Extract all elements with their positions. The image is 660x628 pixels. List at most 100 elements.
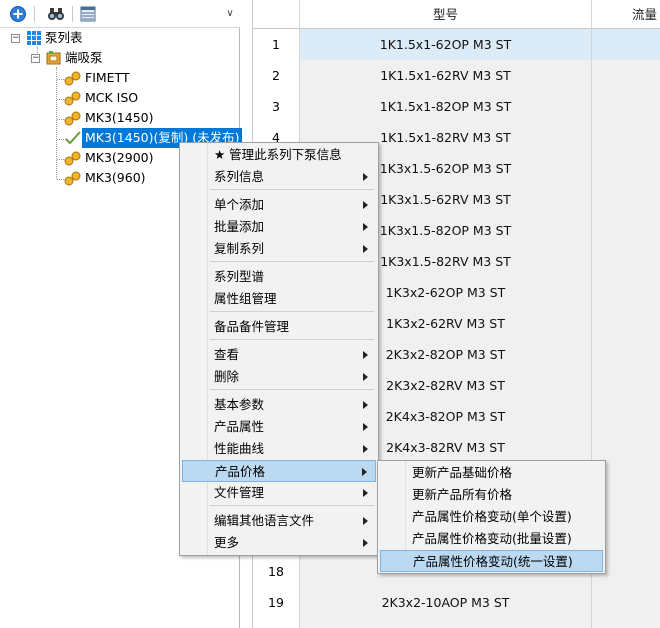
checkmark-icon [65,131,81,145]
submenu-arrow-icon [363,445,368,453]
cell-flow[interactable] [592,308,660,339]
menu-item[interactable]: 复制系列 [182,238,376,260]
submenu-arrow-icon [363,539,368,547]
menu-item-label: 系列型谱 [214,269,265,284]
tree-group[interactable]: 端吸泵 [46,48,106,68]
menu-item[interactable]: ★ 管理此系列下泵信息 [182,144,376,166]
tree-item[interactable]: MK3(1450) [64,108,157,128]
cell-model[interactable]: 2K3x2-10AR... M3 ST [300,618,592,628]
table-row[interactable]: 3 1K1.5x1-82OP M3 ST [253,91,660,122]
menu-item-label: 更多 [214,535,240,550]
menu-separator [210,311,374,312]
cell-flow[interactable] [592,60,660,91]
cell-flow[interactable] [592,432,660,463]
menu-item[interactable]: 文件管理 [182,482,376,504]
cell-flow[interactable] [592,184,660,215]
tree-item-label: MCK ISO [85,90,139,105]
menu-item[interactable]: 产品属性 [182,416,376,438]
menu-separator [210,505,374,506]
add-icon[interactable] [8,4,28,24]
cell-flow[interactable] [592,122,660,153]
cell-model[interactable]: 2K3x2-10AOP M3 ST [300,587,592,618]
cell-flow[interactable] [592,618,660,628]
submenu-item[interactable]: 产品属性价格变动(统一设置) [380,550,603,572]
menu-item[interactable]: 单个添加 [182,194,376,216]
cell-model[interactable]: 1K1.5x1-82OP M3 ST [300,91,592,122]
submenu-arrow-icon [363,173,368,181]
menu-item[interactable]: 属性组管理 [182,288,376,310]
menu-item[interactable]: 系列型谱 [182,266,376,288]
menu-item-label: 删除 [214,369,240,384]
cell-model[interactable]: 1K1.5x1-62RV M3 ST [300,60,592,91]
cell-flow[interactable] [592,153,660,184]
cell-flow[interactable] [592,29,660,60]
submenu-arrow-icon [362,468,367,476]
menu-item[interactable]: 产品价格 [182,460,376,482]
tree-connector [56,67,57,179]
submenu-arrow-icon [363,351,368,359]
tree-item[interactable]: MCK ISO [64,88,141,108]
context-menu: ★ 管理此系列下泵信息 系列信息单个添加 批量添加 复制系列系列型谱属性组管理备品备件… [179,142,379,556]
tree-item[interactable]: FIMETT [64,68,133,88]
menu-item[interactable]: 查看 [182,344,376,366]
table-row[interactable]: 1 1K1.5x1-62OP M3 ST [253,29,660,60]
menu-item-label: 文件管理 [214,485,265,500]
collapse-root-icon[interactable]: − [11,34,20,43]
submenu-item[interactable]: 产品属性价格变动(批量设置) [380,528,603,550]
tree-root[interactable]: 泵列表 [26,28,86,48]
column-header-model[interactable]: 型号 [300,0,592,29]
submenu-item[interactable]: 产品属性价格变动(单个设置) [380,506,603,528]
menu-item[interactable]: 系列信息 [182,166,376,188]
cell-flow[interactable] [592,215,660,246]
tree-item[interactable]: MK3(960) [64,168,149,188]
tree-group-label: 端吸泵 [65,50,103,65]
submenu-arrow-icon [363,373,368,381]
menu-item[interactable]: 编辑其他语言文件 [182,510,376,532]
menu-item-label: 查看 [214,347,240,362]
toolbar-separator [34,6,35,22]
row-number: 19 [253,587,300,618]
submenu-item[interactable]: 更新产品所有价格 [380,484,603,506]
menu-separator [210,261,374,262]
collapse-group-icon[interactable]: − [31,54,40,63]
menu-separator [210,389,374,390]
row-header-corner [253,0,300,29]
menu-item-label: 备品备件管理 [214,319,290,334]
column-header-flow[interactable]: 流量( [592,0,660,51]
binoculars-icon[interactable] [46,4,66,24]
row-number: 3 [253,91,300,122]
grid-view-icon[interactable] [78,4,98,24]
dropdown-caret-icon[interactable]: ∨ [224,7,236,21]
cell-flow[interactable] [592,401,660,432]
toolbar-separator [72,6,73,22]
menu-item-label: 编辑其他语言文件 [214,513,315,528]
cell-flow[interactable] [592,370,660,401]
cell-model[interactable]: 1K1.5x1-62OP M3 ST [300,29,592,60]
submenu-item[interactable]: 更新产品基础价格 [380,462,603,484]
row-number: 2 [253,60,300,91]
menu-item[interactable]: 删除 [182,366,376,388]
cell-flow[interactable] [592,587,660,618]
menu-item[interactable]: 性能曲线 [182,438,376,460]
row-number: 18 [253,556,300,587]
table-row[interactable]: 2 1K1.5x1-62RV M3 ST [253,60,660,91]
tree-item[interactable]: MK3(2900) [64,148,157,168]
tree-item-label: FIMETT [85,70,130,85]
submenu-arrow-icon [363,423,368,431]
submenu-arrow-icon [363,401,368,409]
menu-item-label: 产品属性 [214,419,265,434]
menu-separator [210,339,374,340]
submenu-arrow-icon [363,489,368,497]
menu-item[interactable]: 基本参数 [182,394,376,416]
menu-item[interactable]: 批量添加 [182,216,376,238]
cell-flow[interactable] [592,339,660,370]
cell-flow[interactable] [592,91,660,122]
tree-item-label: MK3(1450) [85,110,154,125]
menu-item[interactable]: 更多 [182,532,376,554]
cell-flow[interactable] [592,277,660,308]
table-row[interactable]: 19 2K3x2-10AOP M3 ST [253,587,660,618]
row-number: 20 [253,618,300,628]
table-row[interactable]: 202K3x2-10AR... M3 ST [253,618,660,628]
cell-flow[interactable] [592,246,660,277]
menu-item[interactable]: 备品备件管理 [182,316,376,338]
